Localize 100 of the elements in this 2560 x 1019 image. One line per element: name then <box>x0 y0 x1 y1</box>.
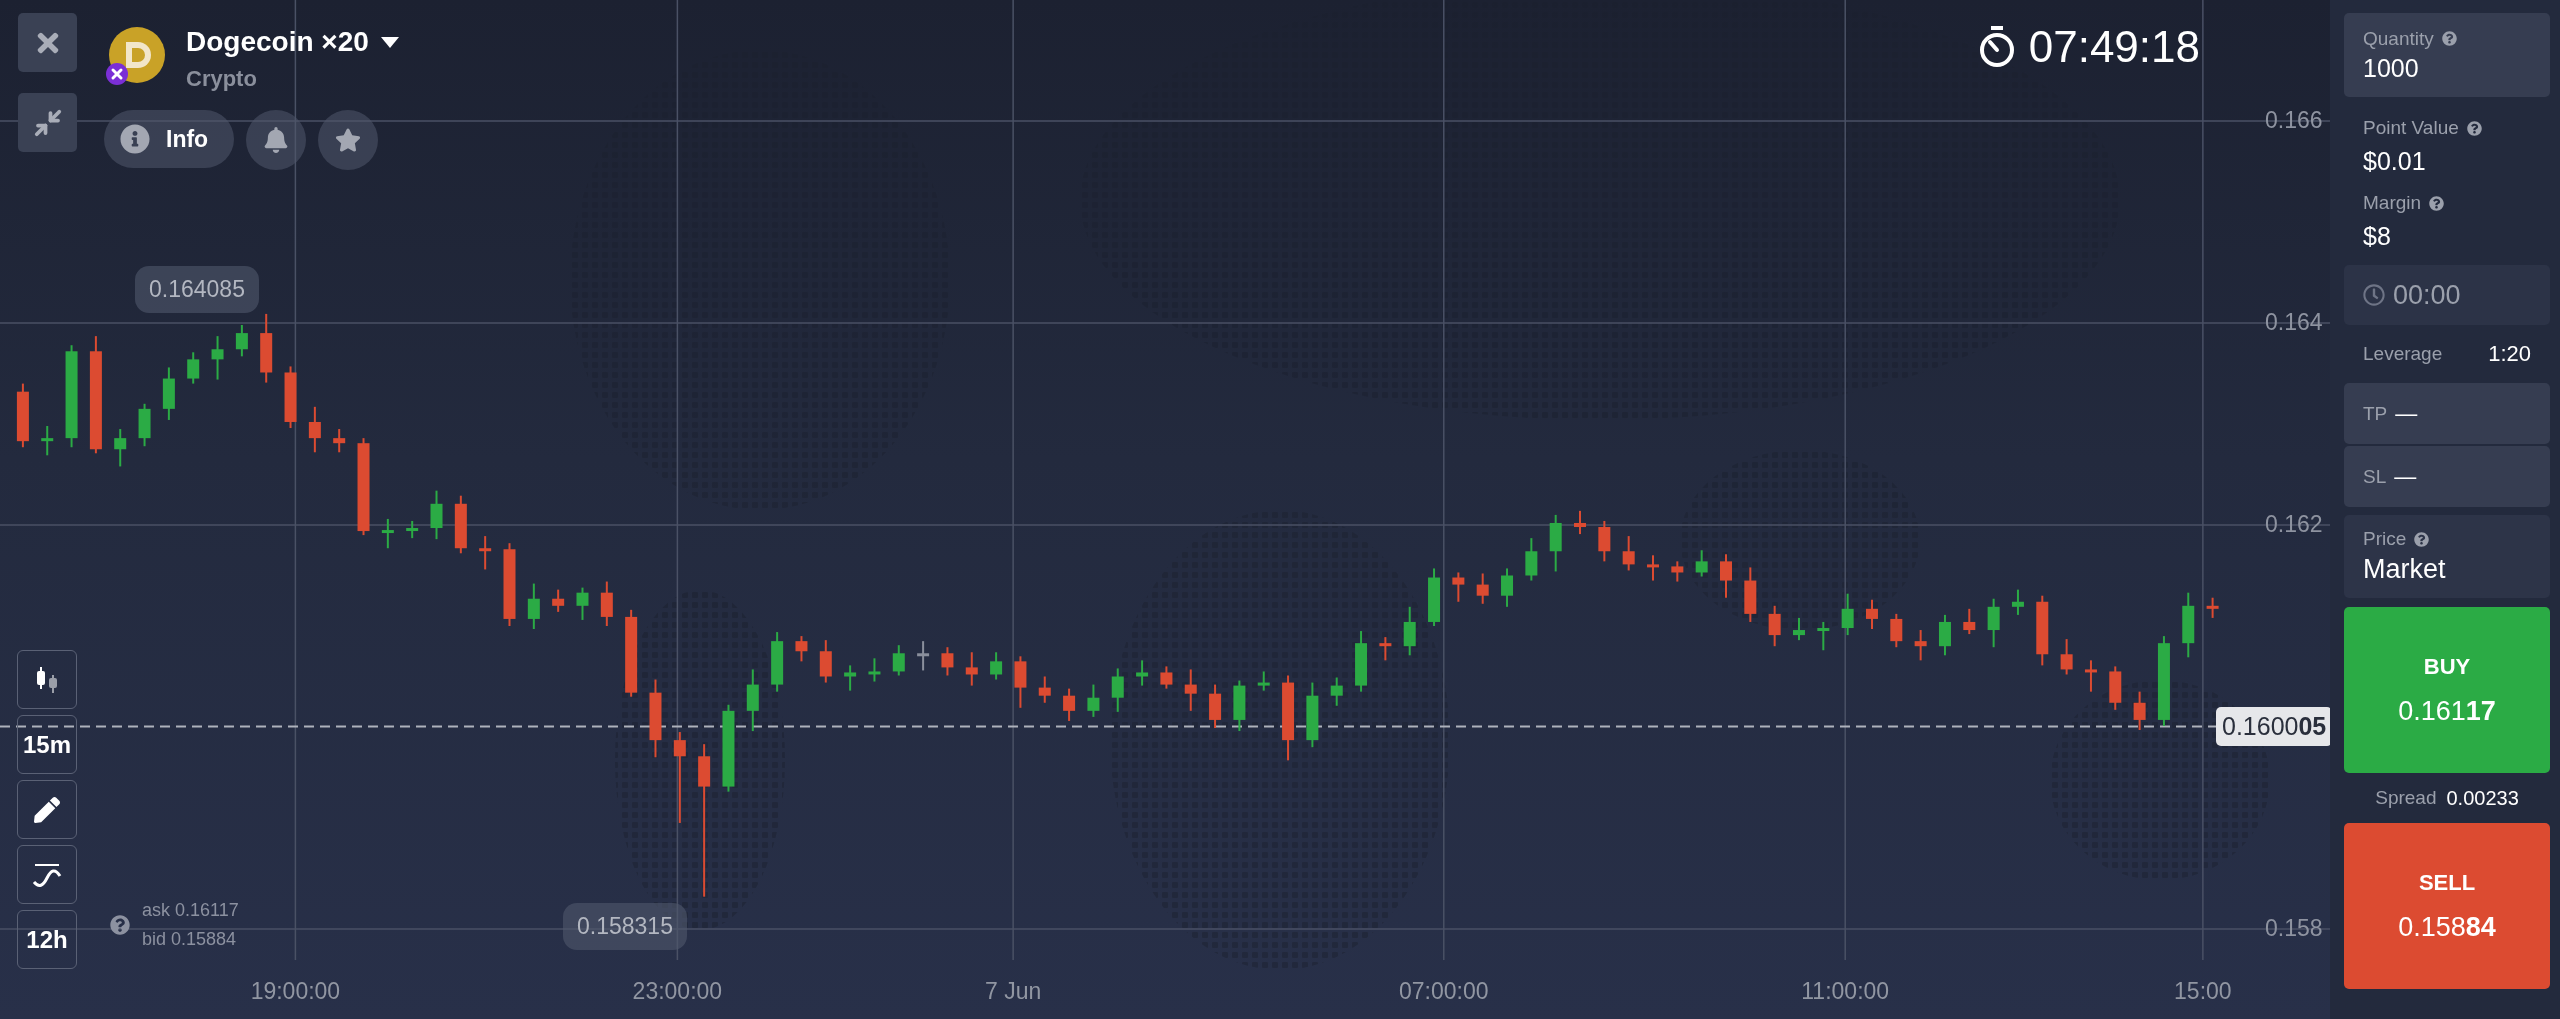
low-price-marker: 0.158315 <box>563 903 687 950</box>
bid-price: bid 0.15884 <box>142 929 238 950</box>
indicator-button[interactable] <box>17 845 77 904</box>
indicator-icon <box>31 861 63 888</box>
candle <box>1209 683 1222 729</box>
candle <box>454 494 467 555</box>
candle <box>1063 687 1076 722</box>
candle <box>1744 566 1757 623</box>
candle <box>1087 683 1100 718</box>
timeframe-button[interactable]: 15m <box>17 715 77 774</box>
help-icon[interactable] <box>110 915 130 935</box>
collapse-button[interactable] <box>18 93 77 152</box>
spread-label: Spread <box>2375 787 2437 809</box>
field-value: 1000 <box>2363 53 2420 83</box>
asset-category: Crypto <box>186 66 258 92</box>
price-axis-label: 0.164 <box>2265 309 2323 336</box>
asset-selector[interactable]: Dogecoin ×20 <box>186 26 399 58</box>
candle <box>1306 681 1319 749</box>
stop-loss-field[interactable]: SL — <box>2344 446 2550 507</box>
take-profit-field[interactable]: TP — <box>2344 383 2550 444</box>
info-value: $0.01 <box>2363 147 2427 176</box>
candle <box>746 668 759 733</box>
candle <box>260 312 273 384</box>
close-button[interactable] <box>18 13 77 72</box>
candle <box>333 428 346 454</box>
candle <box>1841 592 1854 637</box>
info-value: $8 <box>2363 222 2392 251</box>
time-axis-label: 07:00:00 <box>1399 978 1489 1005</box>
candle <box>479 535 492 571</box>
star-icon <box>335 127 362 153</box>
candle <box>1379 636 1392 662</box>
candle <box>381 517 394 550</box>
candle <box>795 635 808 663</box>
candle <box>2133 690 2146 732</box>
info-label: Point Value <box>2363 117 2459 139</box>
time-axis-label: 19:00:00 <box>250 978 341 1005</box>
candle <box>138 402 151 448</box>
drawing-tool-button[interactable] <box>17 780 77 839</box>
candle <box>576 586 589 621</box>
price-field[interactable]: Price Market <box>2344 515 2550 598</box>
candle <box>892 644 905 677</box>
candle <box>1525 537 1538 582</box>
info-label: Margin <box>2363 192 2422 214</box>
candle <box>917 640 930 672</box>
candle <box>1330 676 1343 707</box>
clock-icon <box>2363 284 2385 306</box>
time-axis-label: 15:00 <box>2174 978 2232 1005</box>
duration-field[interactable]: 00:00 <box>2344 265 2550 325</box>
candle <box>965 651 978 687</box>
candle <box>2084 659 2097 693</box>
candle <box>1866 598 1878 631</box>
candle <box>1136 659 1149 687</box>
candle <box>2060 638 2073 676</box>
caret-icon <box>380 36 399 48</box>
candle <box>430 489 443 541</box>
spread-value: 0.00233 <box>2446 786 2519 810</box>
candle <box>990 651 1003 681</box>
price-axis-label: 0.158 <box>2265 915 2323 942</box>
clock-time: 07:49:18 <box>2028 22 2200 72</box>
candle <box>844 664 857 692</box>
candle <box>406 519 419 540</box>
candle <box>1890 612 1903 649</box>
help-icon[interactable] <box>2441 31 2457 46</box>
candle <box>1622 535 1635 572</box>
candle <box>1501 567 1514 608</box>
candle <box>187 351 200 385</box>
candle <box>1914 629 1927 662</box>
price-axis-label: 0.166 <box>2265 107 2323 134</box>
sell-button[interactable]: SELL 0.15884 <box>2344 823 2550 989</box>
candle <box>308 405 321 454</box>
field-label: Price <box>2363 528 2407 550</box>
candle <box>1111 667 1124 713</box>
candle <box>1695 549 1708 578</box>
field-value: Market <box>2363 554 2447 585</box>
candle <box>1549 513 1562 573</box>
price-axis-label: 0.162 <box>2265 511 2323 538</box>
candle <box>1014 655 1027 709</box>
quantity-field[interactable]: Quantity 1000 <box>2344 13 2550 97</box>
candle <box>1233 679 1246 733</box>
candle <box>1355 630 1368 693</box>
current-price-label: 0.160005 <box>2216 707 2330 746</box>
candle <box>162 366 175 421</box>
candle <box>114 428 127 468</box>
chart-type-button[interactable] <box>17 650 77 709</box>
bell-icon <box>263 127 290 153</box>
candle <box>1963 607 1976 636</box>
help-icon[interactable] <box>2414 531 2430 547</box>
candle <box>1647 554 1659 582</box>
candle <box>868 657 881 683</box>
candle <box>284 365 297 430</box>
time-axis-label: 23:00:00 <box>632 978 723 1005</box>
help-icon[interactable] <box>2429 195 2445 211</box>
help-icon[interactable] <box>2466 120 2482 136</box>
field-label: Quantity <box>2363 27 2434 50</box>
candle <box>1817 620 1830 652</box>
candle <box>527 582 540 631</box>
candle <box>1598 519 1611 563</box>
timeframe-button[interactable]: 12h <box>17 910 77 969</box>
info-button[interactable]: Info <box>104 110 235 168</box>
candle <box>1184 668 1197 712</box>
